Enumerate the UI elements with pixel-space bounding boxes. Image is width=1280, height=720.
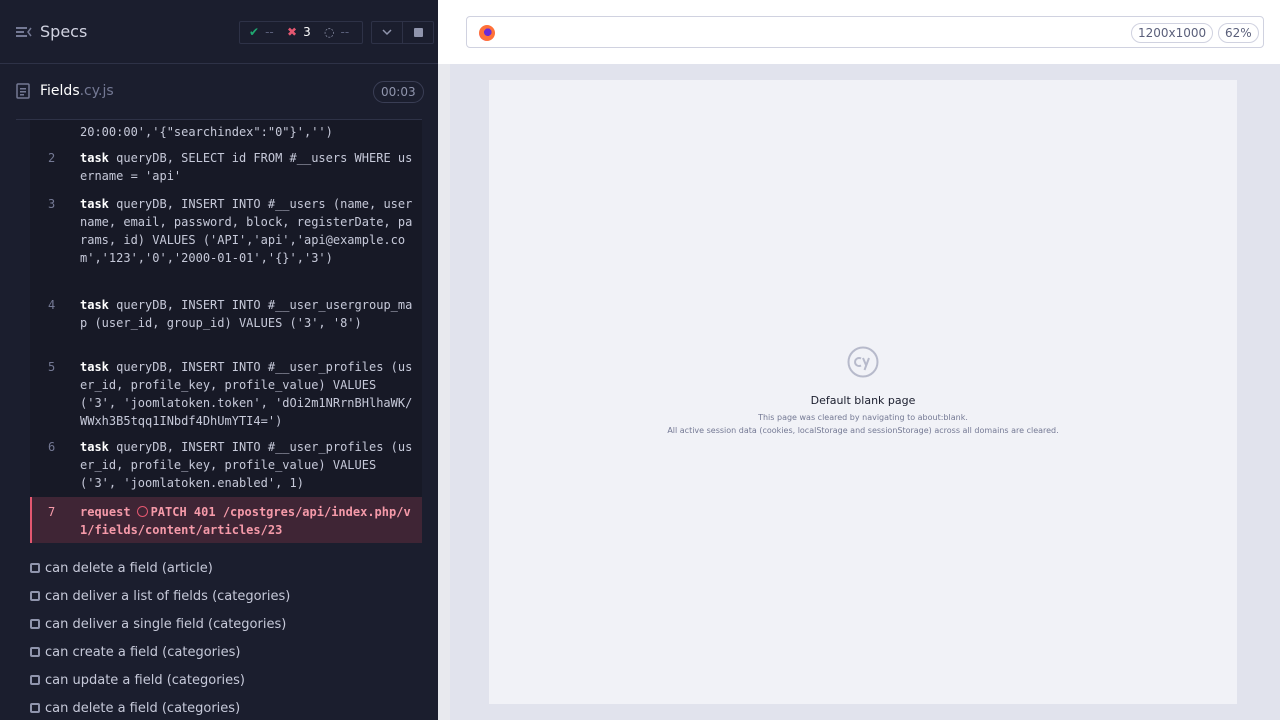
command-row[interactable]: 2 task queryDB, SELECT id FROM #__users … bbox=[30, 149, 422, 189]
duration-badge: 00:03 bbox=[373, 81, 424, 103]
spinner-icon: ◌ bbox=[324, 25, 335, 39]
test-title: can create a field (categories) bbox=[45, 645, 241, 660]
command-number: 7 bbox=[48, 505, 56, 519]
url-bar[interactable]: 1200x1000 62% bbox=[466, 16, 1264, 48]
runnable-header: Fields.cy.js 00:03 bbox=[16, 64, 424, 120]
specs-title[interactable]: Specs bbox=[40, 22, 87, 41]
command-name: task bbox=[80, 151, 109, 165]
command-row[interactable]: 3 task queryDB, INSERT INTO #__users (na… bbox=[30, 195, 422, 291]
stop-button[interactable] bbox=[402, 21, 434, 44]
test-item[interactable]: can deliver a single field (categories) bbox=[30, 617, 286, 632]
command-number: 2 bbox=[48, 151, 56, 165]
test-item[interactable]: can update a field (categories) bbox=[30, 673, 245, 688]
file-icon bbox=[16, 83, 30, 99]
command-name: task bbox=[80, 197, 109, 211]
checkbox-icon bbox=[30, 647, 40, 657]
checkbox-icon bbox=[30, 619, 40, 629]
specs-menu-icon[interactable] bbox=[16, 22, 34, 42]
reporter-panel: Specs ✔ -- ✖ 3 ◌ -- Fields.cy.js 00:03 2… bbox=[0, 0, 438, 720]
command-number: 6 bbox=[48, 440, 56, 454]
error-ring-icon bbox=[136, 506, 148, 517]
checkbox-icon bbox=[30, 563, 40, 573]
failed-value: 3 bbox=[303, 25, 311, 39]
spec-file-name[interactable]: Fields.cy.js bbox=[40, 83, 114, 99]
aut-iframe: Default blank page This page was cleared… bbox=[489, 80, 1237, 704]
command-message: queryDB, SELECT id FROM #__users WHERE u… bbox=[80, 151, 413, 183]
test-title: can delete a field (categories) bbox=[45, 701, 241, 716]
command-name: task bbox=[80, 440, 109, 454]
test-title: can delete a field (article) bbox=[45, 561, 213, 576]
command-row[interactable]: 5 task queryDB, INSERT INTO #__user_prof… bbox=[30, 358, 422, 434]
command-name: task bbox=[80, 360, 109, 374]
collapse-all-button[interactable] bbox=[371, 21, 403, 44]
command-name: request bbox=[80, 505, 131, 519]
stats-group: ✔ -- ✖ 3 ◌ -- bbox=[239, 21, 363, 44]
cypress-logo-icon bbox=[847, 346, 879, 378]
test-item[interactable]: can delete a field (article) bbox=[30, 561, 213, 576]
command-number: 5 bbox=[48, 360, 56, 374]
pending-count: ◌ -- bbox=[324, 25, 349, 39]
command-number: 3 bbox=[48, 197, 56, 211]
command-row[interactable]: 4 task queryDB, INSERT INTO #__user_user… bbox=[30, 296, 422, 354]
command-name: task bbox=[80, 298, 109, 312]
zoom-badge[interactable]: 62% bbox=[1218, 23, 1259, 43]
check-icon: ✔ bbox=[249, 25, 260, 39]
command-row-failed[interactable]: 7 request PATCH 401 /cpostgres/api/index.… bbox=[30, 497, 422, 543]
x-icon: ✖ bbox=[287, 25, 298, 39]
command-message: queryDB, INSERT INTO #__user_profiles (u… bbox=[80, 360, 413, 428]
chevron-down-icon bbox=[382, 29, 392, 36]
checkbox-icon bbox=[30, 675, 40, 685]
test-item[interactable]: can delete a field (categories) bbox=[30, 701, 240, 716]
browser-icon[interactable] bbox=[479, 25, 495, 41]
test-title: can update a field (categories) bbox=[45, 673, 245, 688]
command-row[interactable]: 6 task queryDB, INSERT INTO #__user_prof… bbox=[30, 438, 422, 496]
pending-value: -- bbox=[340, 25, 350, 39]
blank-page-description: This page was cleared by navigating to a… bbox=[758, 413, 968, 422]
checkbox-icon bbox=[30, 591, 40, 601]
command-message: 20:00:00','{"searchindex":"0"}','') bbox=[80, 125, 333, 139]
blank-page-title: Default blank page bbox=[810, 394, 916, 407]
command-row[interactable]: 20:00:00','{"searchindex":"0"}','') bbox=[30, 123, 422, 145]
viewport-size-badge[interactable]: 1200x1000 bbox=[1131, 23, 1214, 43]
command-message: queryDB, INSERT INTO #__user_usergroup_m… bbox=[80, 298, 413, 330]
spec-extension: .cy.js bbox=[79, 83, 114, 99]
failed-count: ✖ 3 bbox=[287, 25, 311, 39]
aut-header: 1200x1000 62% bbox=[450, 0, 1280, 64]
spec-base-name: Fields bbox=[40, 83, 80, 99]
aut-panel: 1200x1000 62% Default blank page This pa… bbox=[450, 0, 1280, 720]
blank-page-description: All active session data (cookies, localS… bbox=[667, 426, 1059, 435]
command-log: 20:00:00','{"searchindex":"0"}','') 2 ta… bbox=[30, 120, 422, 543]
test-title: can deliver a single field (categories) bbox=[45, 617, 287, 632]
stop-icon bbox=[414, 28, 423, 37]
checkbox-icon bbox=[30, 703, 40, 713]
command-message: queryDB, INSERT INTO #__user_profiles (u… bbox=[80, 440, 413, 490]
passed-value: -- bbox=[265, 25, 274, 39]
command-message: queryDB, INSERT INTO #__users (name, use… bbox=[80, 197, 413, 265]
command-number: 4 bbox=[48, 298, 56, 312]
test-item[interactable]: can create a field (categories) bbox=[30, 645, 240, 660]
passed-count: ✔ -- bbox=[249, 25, 274, 39]
reporter-header: Specs ✔ -- ✖ 3 ◌ -- bbox=[0, 0, 438, 64]
test-item[interactable]: can deliver a list of fields (categories… bbox=[30, 589, 290, 604]
reporter-scrollbar[interactable] bbox=[438, 64, 450, 720]
test-title: can deliver a list of fields (categories… bbox=[45, 589, 291, 604]
